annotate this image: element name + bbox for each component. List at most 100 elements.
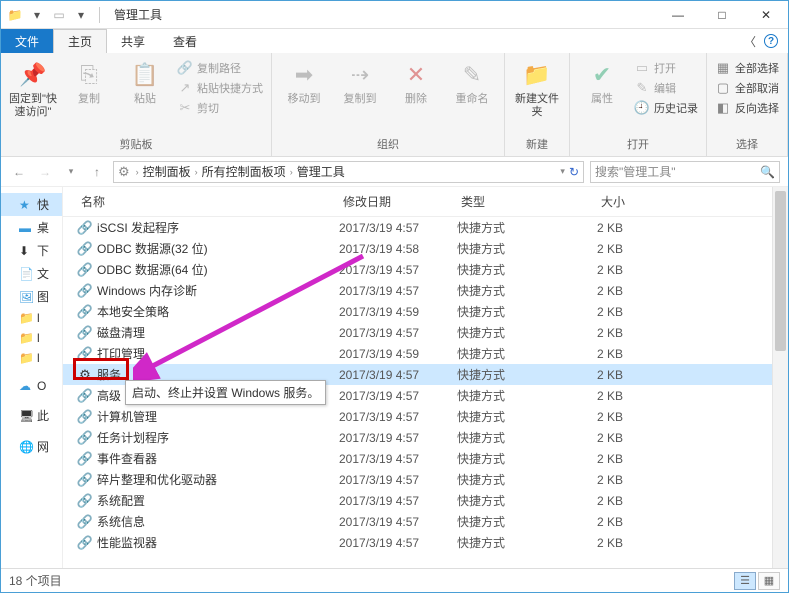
collapse-ribbon-icon[interactable]: 〈 (744, 33, 756, 50)
address-bar-row: ← → ▾ ↑ ⚙ › 控制面板 › 所有控制面板项 › 管理工具 ▾ ↻ 搜索… (1, 157, 788, 187)
maximize-button[interactable]: □ (700, 1, 744, 29)
edit-button[interactable]: ✎编辑 (632, 79, 700, 97)
qat-dropdown-icon[interactable]: ▾ (29, 7, 45, 23)
breadcrumb[interactable]: ⚙ › 控制面板 › 所有控制面板项 › 管理工具 ▾ ↻ (113, 161, 584, 183)
folder-icon: 📁 (19, 331, 33, 345)
crumb-dropdown-icon[interactable]: ▾ (560, 166, 565, 177)
back-button[interactable]: ← (9, 162, 29, 182)
file-row[interactable]: 🔗计算机管理2017/3/19 4:57快捷方式2 KB (63, 406, 788, 427)
col-name[interactable]: 名称 (77, 187, 339, 216)
help-icon[interactable]: ? (764, 34, 778, 48)
file-row[interactable]: 🔗性能监视器2017/3/19 4:57快捷方式2 KB (63, 532, 788, 553)
copy-to-icon: ⇢ (344, 59, 376, 91)
details-view-button[interactable]: ☰ (734, 572, 756, 590)
file-row[interactable]: 🔗iSCSI 发起程序2017/3/19 4:57快捷方式2 KB (63, 217, 788, 238)
file-size: 2 KB (597, 515, 788, 529)
file-row[interactable]: 🔗本地安全策略2017/3/19 4:59快捷方式2 KB (63, 301, 788, 322)
col-date[interactable]: 修改日期 (339, 187, 457, 216)
file-icon: 🔗 (77, 493, 93, 509)
file-size: 2 KB (597, 263, 788, 277)
nav-folder-1[interactable]: 📁l (1, 308, 62, 328)
open-button[interactable]: ▭打开 (632, 59, 700, 77)
icons-view-button[interactable]: ▦ (758, 572, 780, 590)
file-row[interactable]: 🔗Windows 内存诊断2017/3/19 4:57快捷方式2 KB (63, 280, 788, 301)
file-size: 2 KB (597, 494, 788, 508)
crumb-1[interactable]: 所有控制面板项 (202, 163, 286, 180)
copy-path-button[interactable]: 🔗复制路径 (175, 59, 265, 77)
file-type: 快捷方式 (457, 534, 597, 551)
move-to-button[interactable]: ➡移动到 (278, 55, 330, 106)
file-name: iSCSI 发起程序 (97, 219, 339, 236)
nav-quick-access[interactable]: ★快 (1, 193, 62, 216)
file-row[interactable]: 🔗打印管理2017/3/19 4:59快捷方式2 KB (63, 343, 788, 364)
nav-folder-2[interactable]: 📁l (1, 328, 62, 348)
nav-pane: ★快 ▬桌 ⬇下 📄文 🖼图 📁l 📁l 📁l ☁O 🖥此 🌐网 (1, 187, 63, 568)
search-placeholder: 搜索"管理工具" (595, 163, 676, 180)
crumb-0[interactable]: 控制面板 (143, 163, 191, 180)
nav-network[interactable]: 🌐网 (1, 435, 62, 458)
forward-button[interactable]: → (35, 162, 55, 182)
tab-share[interactable]: 共享 (107, 29, 159, 53)
select-all-button[interactable]: ▦全部选择 (713, 59, 781, 77)
file-date: 2017/3/19 4:57 (339, 368, 457, 382)
invert-selection-button[interactable]: ◧反向选择 (713, 99, 781, 117)
nav-folder-3[interactable]: 📁l (1, 348, 62, 368)
col-size[interactable]: 大小 (597, 187, 788, 216)
paste-button[interactable]: 📋 粘贴 (119, 55, 171, 106)
nav-thispc[interactable]: 🖥此 (1, 404, 62, 427)
search-input[interactable]: 搜索"管理工具" 🔍 (590, 161, 780, 183)
file-row[interactable]: 🔗ODBC 数据源(32 位)2017/3/19 4:58快捷方式2 KB (63, 238, 788, 259)
select-none-button[interactable]: ▢全部取消 (713, 79, 781, 97)
new-folder-button[interactable]: 📁新建文件夹 (511, 55, 563, 119)
col-type[interactable]: 类型 (457, 187, 597, 216)
desktop-icon: ▬ (19, 221, 33, 235)
copy-to-button[interactable]: ⇢复制到 (334, 55, 386, 106)
rename-button[interactable]: ✎重命名 (446, 55, 498, 106)
cut-button[interactable]: ✂剪切 (175, 99, 265, 117)
minimize-button[interactable]: — (656, 1, 700, 29)
file-row[interactable]: 🔗系统配置2017/3/19 4:57快捷方式2 KB (63, 490, 788, 511)
qat-more-icon[interactable]: ▾ (73, 7, 89, 23)
delete-button[interactable]: ✕删除 (390, 55, 442, 106)
paste-shortcut-button[interactable]: ↗粘贴快捷方式 (175, 79, 265, 97)
search-icon[interactable]: 🔍 (760, 165, 775, 179)
file-name: 打印管理 (97, 345, 339, 362)
nav-downloads[interactable]: ⬇下 (1, 239, 62, 262)
scrollbar-thumb[interactable] (775, 191, 786, 351)
nav-onedrive[interactable]: ☁O (1, 376, 62, 396)
tab-view[interactable]: 查看 (159, 29, 211, 53)
file-row[interactable]: 🔗系统信息2017/3/19 4:57快捷方式2 KB (63, 511, 788, 532)
file-row[interactable]: 🔗事件查看器2017/3/19 4:57快捷方式2 KB (63, 448, 788, 469)
nav-desktop[interactable]: ▬桌 (1, 216, 62, 239)
file-row[interactable]: 🔗任务计划程序2017/3/19 4:57快捷方式2 KB (63, 427, 788, 448)
file-row[interactable]: 🔗ODBC 数据源(64 位)2017/3/19 4:57快捷方式2 KB (63, 259, 788, 280)
copy-button[interactable]: ⎘ 复制 (63, 55, 115, 106)
star-icon: ★ (19, 198, 33, 212)
file-size: 2 KB (597, 431, 788, 445)
tab-file[interactable]: 文件 (1, 29, 53, 53)
file-icon: 🔗 (77, 409, 93, 425)
paste-label: 粘贴 (134, 93, 156, 106)
properties-button[interactable]: ✔属性 (576, 55, 628, 106)
nav-pictures[interactable]: 🖼图 (1, 285, 62, 308)
pic-icon: 🖼 (19, 290, 33, 304)
up-button[interactable]: ↑ (87, 162, 107, 182)
crumb-2[interactable]: 管理工具 (297, 163, 345, 180)
file-type: 快捷方式 (457, 408, 597, 425)
file-row[interactable]: 🔗磁盘清理2017/3/19 4:57快捷方式2 KB (63, 322, 788, 343)
nav-documents[interactable]: 📄文 (1, 262, 62, 285)
scrollbar[interactable] (772, 187, 788, 568)
history-button[interactable]: 🕘历史记录 (632, 99, 700, 117)
tab-home[interactable]: 主页 (53, 29, 107, 53)
properties-icon[interactable]: ▭ (51, 7, 67, 23)
refresh-button[interactable]: ↻ (569, 165, 579, 179)
shortcut-icon: ↗ (177, 80, 193, 96)
file-row[interactable]: 🔗碎片整理和优化驱动器2017/3/19 4:57快捷方式2 KB (63, 469, 788, 490)
file-icon: 🔗 (77, 472, 93, 488)
close-button[interactable]: ✕ (744, 1, 788, 29)
recent-button[interactable]: ▾ (61, 162, 81, 182)
ribbon: 📌 固定到"快速访问" ⎘ 复制 📋 粘贴 🔗复制路径 ↗粘贴快捷方式 ✂剪切 … (1, 53, 788, 157)
file-date: 2017/3/19 4:59 (339, 305, 457, 319)
pin-button[interactable]: 📌 固定到"快速访问" (7, 55, 59, 119)
file-type: 快捷方式 (457, 450, 597, 467)
